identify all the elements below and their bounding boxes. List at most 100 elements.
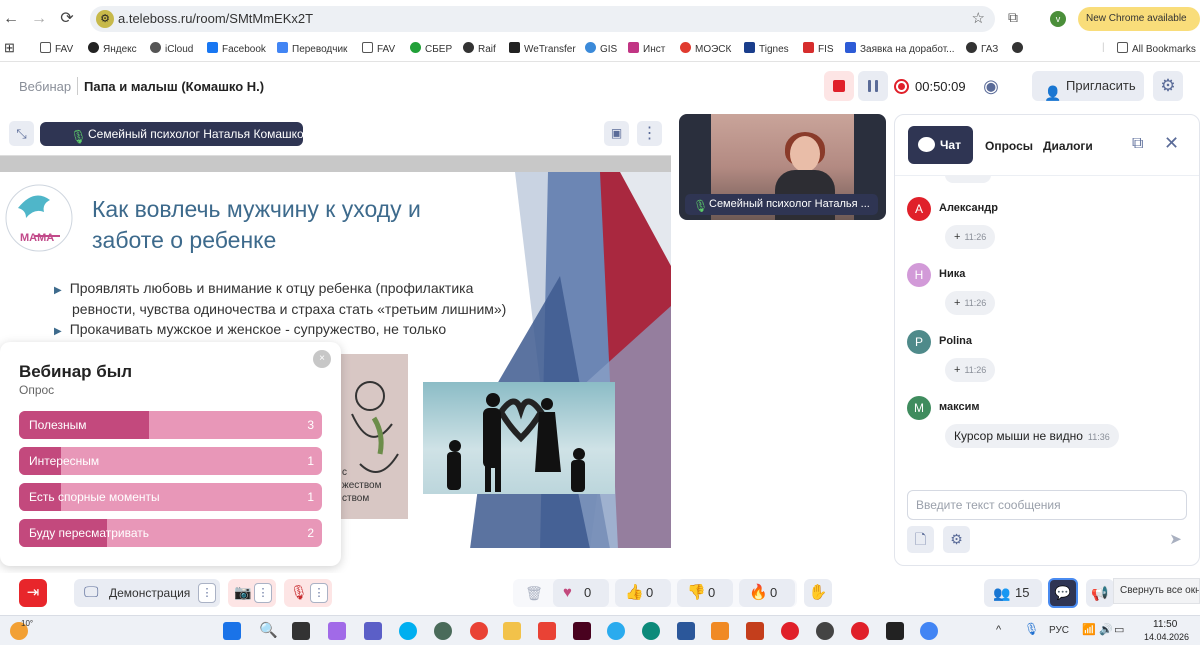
- send-icon[interactable]: ➤: [1162, 526, 1189, 553]
- all-bookmarks[interactable]: All Bookmarks: [1117, 42, 1196, 55]
- close-icon[interactable]: ×: [313, 350, 331, 368]
- bookmark-item[interactable]: МОЭСК: [680, 42, 731, 55]
- task-view-icon[interactable]: [292, 622, 310, 640]
- reaction-thumbs-up[interactable]: 👍 0: [615, 579, 671, 607]
- globe-icon: [463, 42, 474, 53]
- stop-recording-button[interactable]: [824, 71, 854, 101]
- chat-message-input[interactable]: Введите текст сообщения: [907, 490, 1187, 520]
- forward-icon[interactable]: →: [28, 8, 50, 30]
- site-info-icon[interactable]: ⚙: [96, 10, 114, 28]
- opera-icon[interactable]: [851, 622, 869, 640]
- gear-icon[interactable]: ⚙: [943, 526, 970, 553]
- bookmark-item[interactable]: Tignes: [744, 42, 789, 55]
- attach-file-icon[interactable]: 🗋: [907, 526, 934, 553]
- reaction-thumbs-down[interactable]: 👎 0: [677, 579, 733, 607]
- invite-label: Пригласить: [1066, 78, 1136, 93]
- vlc-icon[interactable]: [711, 622, 729, 640]
- language-indicator[interactable]: РУС: [1049, 625, 1069, 636]
- yandex-browser-icon[interactable]: [470, 622, 488, 640]
- skype-icon[interactable]: [399, 622, 417, 640]
- volume-icon[interactable]: 🔊: [1099, 623, 1113, 636]
- tab-dialogs[interactable]: Диалоги: [1043, 139, 1093, 153]
- bookmark-item[interactable]: Инст: [628, 42, 665, 55]
- edge-icon[interactable]: [642, 622, 660, 640]
- reload-icon[interactable]: ⟳: [56, 8, 78, 30]
- expand-icon[interactable]: ⤡: [9, 121, 34, 146]
- raise-hand-icon[interactable]: ✋: [804, 579, 832, 607]
- tab-polls[interactable]: Опросы: [985, 139, 1033, 153]
- wifi-icon[interactable]: 📶: [1082, 623, 1096, 636]
- microphone-icon[interactable]: 🎙: [1024, 622, 1039, 636]
- chrome-icon[interactable]: [920, 622, 938, 640]
- copilot-icon[interactable]: [328, 622, 346, 640]
- yandex-icon[interactable]: [538, 622, 556, 640]
- pause-recording-button[interactable]: [858, 71, 888, 101]
- settings-button[interactable]: ⚙: [1153, 71, 1183, 101]
- camera-off-icon[interactable]: 📷: [234, 584, 251, 601]
- bookmark-item[interactable]: FAV: [40, 42, 73, 55]
- bookmark-item[interactable]: СБЕР: [410, 42, 452, 55]
- start-icon[interactable]: [223, 622, 241, 640]
- close-icon[interactable]: ✕: [1164, 133, 1179, 154]
- word-icon[interactable]: [677, 622, 695, 640]
- bookmark-item[interactable]: GIS: [585, 42, 617, 55]
- bookmark-star-icon[interactable]: ☆: [972, 9, 985, 27]
- demonstration-button[interactable]: Демонстрация: [109, 586, 190, 600]
- broadcast-icon[interactable]: ◉: [978, 73, 1004, 99]
- battery-icon[interactable]: ▭: [1114, 623, 1124, 636]
- microphone-off-icon[interactable]: 🎙: [290, 584, 308, 601]
- participants-button[interactable]: 👥 15: [984, 579, 1042, 607]
- chevron-up-icon[interactable]: ^: [996, 624, 1001, 636]
- announcement-icon[interactable]: 📢: [1086, 579, 1114, 607]
- indesign-icon[interactable]: [573, 622, 591, 640]
- teams-icon[interactable]: [364, 622, 382, 640]
- moesk-icon: [680, 42, 691, 53]
- popout-icon[interactable]: ⧉: [1132, 135, 1143, 153]
- camera-options-icon[interactable]: ⋮: [254, 583, 272, 603]
- reaction-fire[interactable]: 🔥 0: [739, 579, 795, 607]
- chrome-update-button[interactable]: New Chrome available: [1078, 7, 1200, 31]
- poll-title: Вебинар был: [19, 362, 133, 381]
- microphone-options-icon[interactable]: ⋮: [310, 583, 328, 603]
- slide-bullet: ▶ Проявлять любовь и внимание к отцу ребе…: [54, 280, 507, 317]
- bookmark-item[interactable]: Facebook: [207, 42, 266, 55]
- reaction-like[interactable]: ♥ 0: [553, 579, 609, 607]
- address-bar[interactable]: ⚙ a.teleboss.ru/room/SMtMmEKx2T ☆: [90, 6, 995, 32]
- invite-button[interactable]: 👤 Пригласить: [1032, 71, 1144, 101]
- tab-chat[interactable]: Чат: [908, 126, 973, 164]
- trash-icon[interactable]: 🗑: [521, 579, 547, 607]
- more-options-icon[interactable]: ⋮: [637, 121, 662, 146]
- microphone-group: 🎙 ⋮: [284, 579, 332, 607]
- file-explorer-icon[interactable]: [503, 622, 521, 640]
- bookmark-item[interactable]: Raif: [463, 42, 496, 55]
- clock-time[interactable]: 11:50: [1153, 619, 1177, 630]
- demonstration-options-icon[interactable]: ⋮: [198, 583, 216, 603]
- apps-grid-icon[interactable]: ⊞: [4, 40, 15, 56]
- opera-icon[interactable]: [781, 622, 799, 640]
- gis-icon: [585, 42, 596, 53]
- bookmark-item[interactable]: [1012, 42, 1027, 55]
- message-bubble: +11:26: [945, 291, 996, 315]
- app-icon[interactable]: [434, 622, 452, 640]
- bookmark-item[interactable]: iCloud: [150, 42, 193, 55]
- bookmark-item[interactable]: Яндекс: [88, 42, 137, 55]
- profile-avatar[interactable]: v: [1050, 11, 1066, 27]
- telegram-icon[interactable]: [607, 622, 625, 640]
- speaker-video[interactable]: 🎙 Семейный психолог Наталья ...: [679, 114, 886, 220]
- bookmark-item[interactable]: WeTransfer: [509, 42, 576, 55]
- extensions-icon[interactable]: ⧉: [1008, 9, 1018, 26]
- search-icon[interactable]: 🔍: [259, 622, 278, 640]
- back-icon[interactable]: ←: [0, 8, 22, 30]
- powerpoint-icon[interactable]: [746, 622, 764, 640]
- layout-icon[interactable]: ▣: [604, 121, 629, 146]
- app-icon[interactable]: [816, 622, 834, 640]
- bookmark-item[interactable]: FAV: [362, 42, 395, 55]
- leave-room-button[interactable]: ⇥: [19, 579, 47, 607]
- bookmark-item[interactable]: Переводчик: [277, 42, 347, 55]
- chat-toggle-icon[interactable]: 💬: [1048, 578, 1078, 608]
- app-icon[interactable]: [886, 622, 904, 640]
- clock-date[interactable]: 14.04.2026: [1144, 632, 1189, 642]
- bookmark-item[interactable]: Заявка на доработ...: [845, 42, 955, 55]
- bookmark-item[interactable]: FIS: [803, 42, 834, 55]
- bookmark-item[interactable]: ГАЗ: [966, 42, 998, 55]
